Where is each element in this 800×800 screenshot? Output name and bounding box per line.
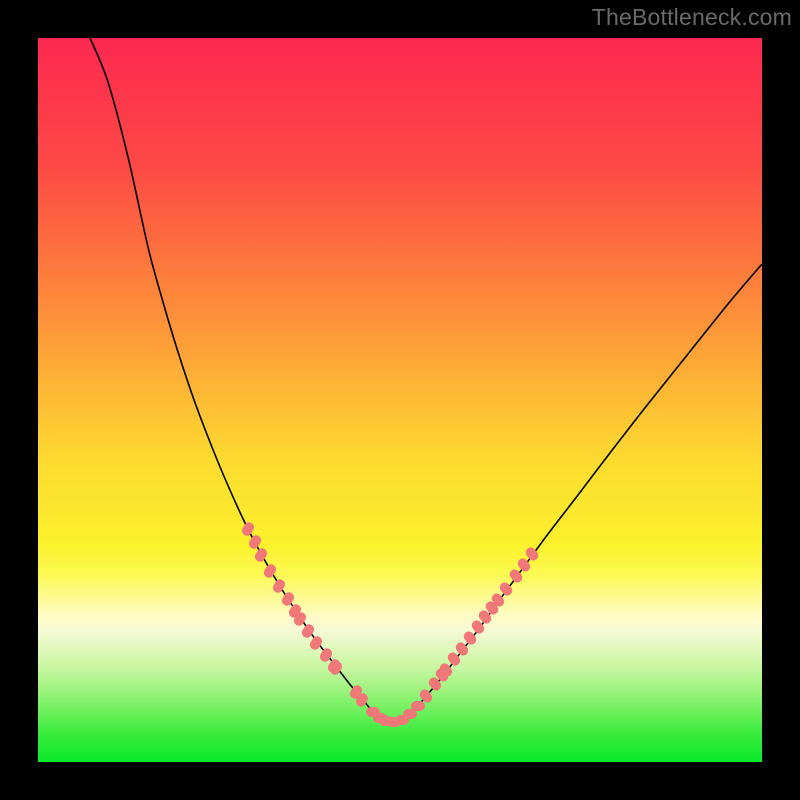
background-gradient: [38, 38, 762, 762]
data-marker: [411, 701, 425, 711]
figure-frame: TheBottleneck.com: [0, 0, 800, 800]
plot-area: [38, 38, 762, 762]
watermark-label: TheBottleneck.com: [592, 4, 792, 31]
chart-svg: [38, 38, 762, 762]
